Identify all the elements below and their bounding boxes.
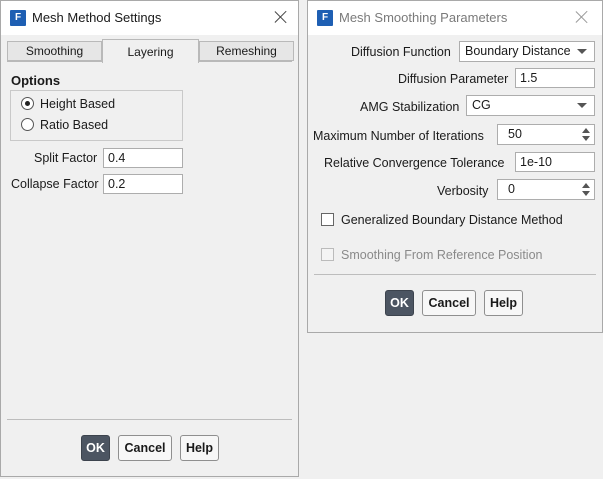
split-factor-label: Split Factor: [34, 151, 98, 165]
mesh-method-settings-dialog: F Mesh Method Settings Smoothing Layerin…: [0, 0, 299, 477]
generalized-boundary-distance-checkbox[interactable]: [321, 213, 334, 226]
split-factor-input[interactable]: [103, 148, 183, 168]
amg-stabilization-label: AMG Stabilization: [360, 100, 460, 114]
spin-down-icon[interactable]: [582, 136, 590, 141]
chevron-down-icon: [577, 49, 587, 54]
verbosity-label: Verbosity: [437, 184, 489, 198]
collapse-factor-label: Collapse Factor: [11, 177, 99, 191]
ratio-based-radio[interactable]: [21, 118, 34, 131]
help-button[interactable]: Help: [484, 290, 523, 316]
ratio-based-label[interactable]: Ratio Based: [40, 117, 108, 133]
close-icon[interactable]: [574, 9, 590, 25]
chevron-down-icon: [577, 103, 587, 108]
verbosity-spinner[interactable]: 0: [497, 179, 595, 200]
diffusion-function-value: Boundary Distance: [465, 44, 571, 58]
max-iterations-value: 50: [508, 127, 522, 141]
tab-remeshing[interactable]: Remeshing: [199, 41, 294, 61]
amg-stabilization-value: CG: [472, 98, 491, 112]
relative-tolerance-input[interactable]: [515, 152, 595, 172]
dialog-title: Mesh Smoothing Parameters: [339, 10, 508, 25]
amg-stabilization-select[interactable]: CG: [466, 95, 595, 116]
fluent-app-icon: F: [317, 10, 333, 26]
button-separator: [7, 419, 292, 420]
collapse-factor-input[interactable]: [103, 174, 183, 194]
max-iterations-spinner[interactable]: 50: [497, 124, 595, 145]
spin-up-icon[interactable]: [582, 128, 590, 133]
diffusion-parameter-label: Diffusion Parameter: [398, 72, 509, 86]
verbosity-value: 0: [508, 182, 515, 196]
height-based-radio[interactable]: [21, 97, 34, 110]
help-button[interactable]: Help: [180, 435, 219, 461]
ok-button[interactable]: OK: [81, 435, 110, 461]
options-heading: Options: [11, 73, 61, 88]
max-iterations-label: Maximum Number of Iterations: [313, 129, 484, 143]
smoothing-reference-checkbox[interactable]: [321, 248, 334, 261]
title-bar: F Mesh Smoothing Parameters: [308, 1, 602, 35]
cancel-button[interactable]: Cancel: [118, 435, 172, 461]
tab-smoothing[interactable]: Smoothing: [7, 41, 102, 61]
mesh-smoothing-parameters-dialog: F Mesh Smoothing Parameters Diffusion Fu…: [307, 0, 603, 333]
fluent-app-icon: F: [10, 10, 26, 26]
cancel-button[interactable]: Cancel: [422, 290, 476, 316]
diffusion-parameter-input[interactable]: [515, 68, 595, 88]
smoothing-reference-label: Smoothing From Reference Position: [341, 248, 543, 262]
tab-bar: Smoothing Layering Remeshing: [7, 39, 294, 63]
title-bar: F Mesh Method Settings: [1, 1, 298, 35]
diffusion-function-label: Diffusion Function: [351, 45, 451, 59]
ok-button[interactable]: OK: [385, 290, 414, 316]
spin-down-icon[interactable]: [582, 191, 590, 196]
dialog-title: Mesh Method Settings: [32, 10, 162, 25]
spin-up-icon[interactable]: [582, 183, 590, 188]
height-based-label[interactable]: Height Based: [40, 96, 115, 112]
relative-tolerance-label: Relative Convergence Tolerance: [324, 156, 505, 170]
diffusion-function-select[interactable]: Boundary Distance: [459, 41, 595, 62]
button-separator: [314, 274, 596, 275]
generalized-boundary-distance-label[interactable]: Generalized Boundary Distance Method: [341, 212, 563, 228]
tab-layering[interactable]: Layering: [102, 39, 199, 63]
close-icon[interactable]: [273, 9, 289, 25]
